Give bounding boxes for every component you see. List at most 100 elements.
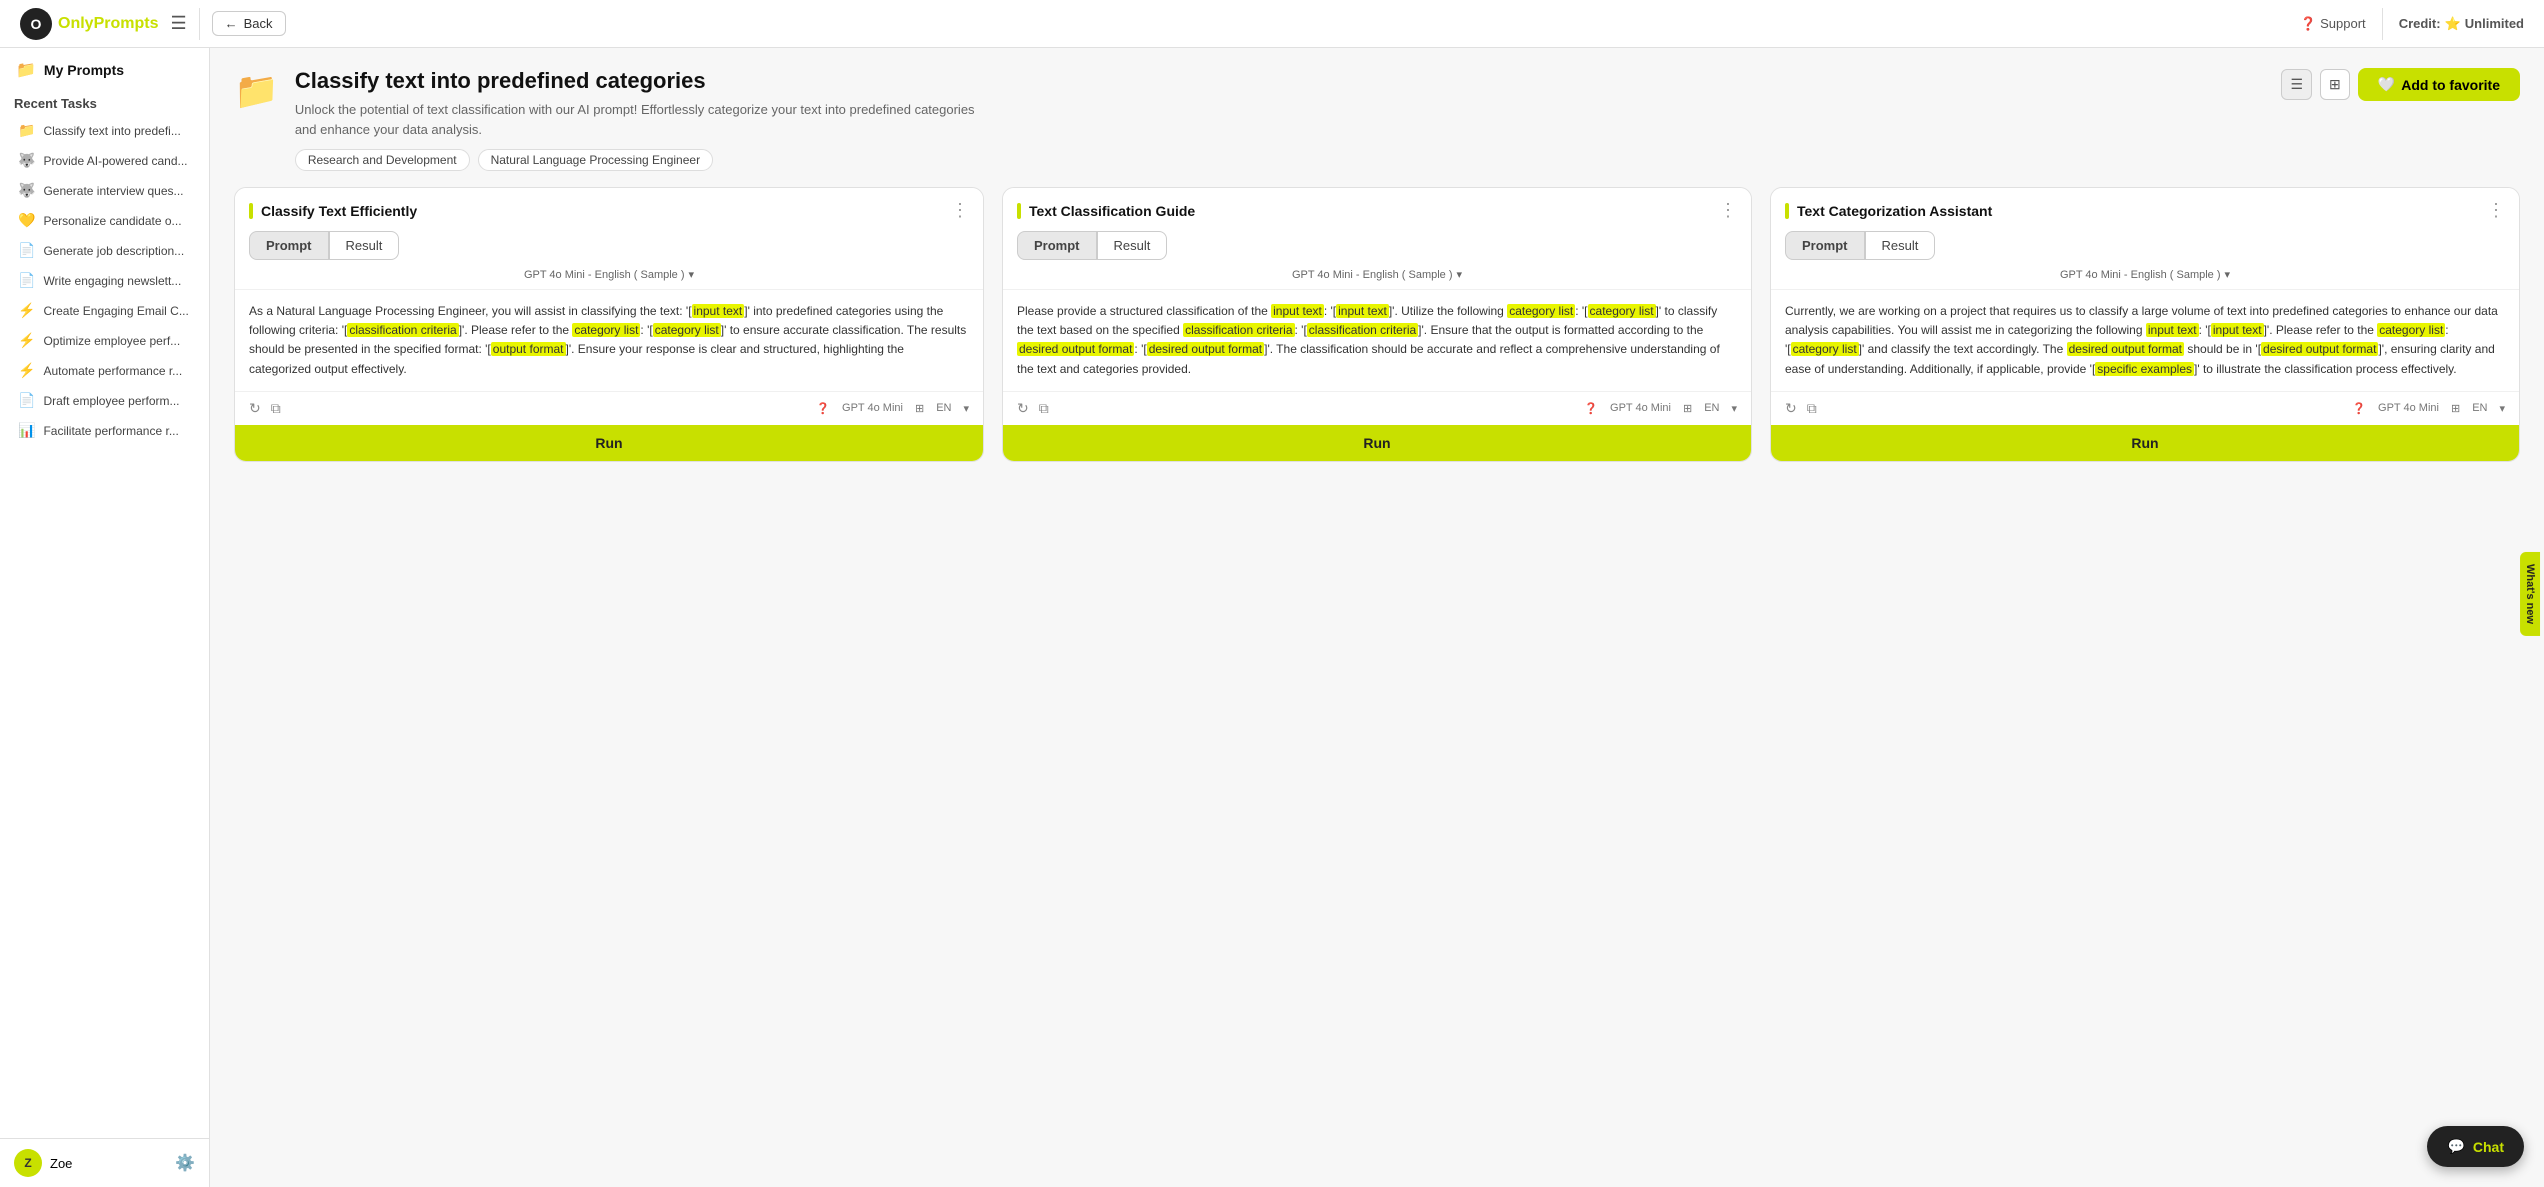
chevron-down-icon-footer: ▾ — [1731, 402, 1737, 415]
footer-actions: ↻ ⧉ — [249, 400, 281, 417]
star-icon: ⭐ — [2445, 16, 2461, 32]
settings-icon[interactable]: ⚙️ — [175, 1153, 195, 1173]
sidebar-item-icon: 📄 — [18, 242, 35, 259]
chat-icon: 💬 — [2447, 1138, 2464, 1155]
credit-label: Credit: — [2399, 16, 2441, 31]
sidebar-list-item[interactable]: 🐺Provide AI-powered cand... — [4, 146, 205, 175]
chat-bubble[interactable]: 💬 Chat — [2427, 1126, 2524, 1167]
copy-icon[interactable]: ⧉ — [1039, 400, 1049, 417]
logo-text: OnlyPrompts — [58, 15, 158, 33]
highlight: category list — [1588, 304, 1656, 318]
run-button[interactable]: Run — [1003, 425, 1751, 461]
whats-new-label: What's new — [2524, 563, 2536, 623]
sidebar-item-label: Optimize employee perf... — [43, 334, 180, 348]
card-header: Text Categorization Assistant ⋮ — [1771, 188, 2519, 221]
user-info: Z Zoe — [14, 1149, 72, 1177]
run-button[interactable]: Run — [235, 425, 983, 461]
card-title: Classify Text Efficiently — [261, 203, 417, 219]
card-menu-icon[interactable]: ⋮ — [2487, 200, 2505, 221]
recent-tasks-section: Recent Tasks — [0, 86, 209, 115]
card-body: Please provide a structured classificati… — [1003, 290, 1751, 391]
sidebar-list-item[interactable]: 📊Facilitate performance r... — [4, 416, 205, 445]
sidebar-list-item[interactable]: 🐺Generate interview ques... — [4, 176, 205, 205]
sidebar-list-item[interactable]: ⚡Create Engaging Email C... — [4, 296, 205, 325]
sidebar-list-item[interactable]: 📄 Generate job description... — [4, 236, 205, 265]
model-select[interactable]: GPT 4o Mini - English ( Sample ) ▾ — [235, 260, 983, 290]
footer-info: ❓ GPT 4o Mini ⊞ EN ▾ — [2352, 402, 2505, 415]
page-tag: Natural Language Processing Engineer — [478, 149, 713, 171]
card-footer: ↻ ⧉ ❓ GPT 4o Mini ⊞ EN ▾ — [1003, 391, 1751, 425]
nav-divider — [199, 8, 200, 40]
card-footer: ↻ ⧉ ❓ GPT 4o Mini ⊞ EN ▾ — [235, 391, 983, 425]
sidebar-item-icon: 📄 — [18, 272, 35, 289]
sidebar-list-item[interactable]: 📄Draft employee perform... — [4, 386, 205, 415]
main-content: 📁 Classify text into predefined categori… — [210, 48, 2544, 1187]
sidebar-list-item[interactable]: 📄 Write engaging newslett... — [4, 266, 205, 295]
prompt-card: Text Categorization Assistant ⋮ PromptRe… — [1770, 187, 2520, 462]
sidebar-item-icon: 📁 — [18, 122, 35, 139]
card-footer: ↻ ⧉ ❓ GPT 4o Mini ⊞ EN ▾ — [1771, 391, 2519, 425]
tab-prompt[interactable]: Prompt — [1785, 231, 1865, 260]
chevron-down-icon: ▾ — [2225, 268, 2231, 281]
refresh-icon[interactable]: ↻ — [249, 400, 261, 417]
user-name: Zoe — [50, 1156, 72, 1171]
card-title-row: Classify Text Efficiently — [249, 203, 417, 219]
footer-actions: ↻ ⧉ — [1785, 400, 1817, 417]
recent-tasks-label: Recent Tasks — [14, 96, 97, 111]
card-title-row: Text Categorization Assistant — [1785, 203, 1992, 219]
sidebar-list-item[interactable]: ⚡Automate performance r... — [4, 356, 205, 385]
model-select[interactable]: GPT 4o Mini - English ( Sample ) ▾ — [1003, 260, 1751, 290]
sidebar-list-item[interactable]: 📁Classify text into predefi... — [4, 116, 205, 145]
add-favorite-button[interactable]: 🤍 Add to favorite — [2358, 68, 2520, 101]
tab-result[interactable]: Result — [1097, 231, 1168, 260]
tab-result[interactable]: Result — [329, 231, 400, 260]
refresh-icon[interactable]: ↻ — [1785, 400, 1797, 417]
support-link[interactable]: ❓ Support — [2300, 16, 2366, 32]
header-actions: ☰ ⊞ 🤍 Add to favorite — [2281, 68, 2520, 101]
logo-icon: O — [20, 8, 52, 40]
nav-right: ❓ Support Credit: ⭐ Unlimited — [2300, 8, 2524, 40]
page-header: 📁 Classify text into predefined categori… — [234, 68, 2520, 171]
page-tags: Research and DevelopmentNatural Language… — [295, 149, 2266, 171]
sidebar-list-item[interactable]: ⚡Optimize employee perf... — [4, 326, 205, 355]
page-description: Unlock the potential of text classificat… — [295, 100, 975, 139]
sidebar-list-item[interactable]: 💛Personalize candidate o... — [4, 206, 205, 235]
sidebar-item-icon: 💛 — [18, 212, 35, 229]
model-select[interactable]: GPT 4o Mini - English ( Sample ) ▾ — [1771, 260, 2519, 290]
sidebar-item-label: Automate performance r... — [43, 364, 182, 378]
refresh-icon[interactable]: ↻ — [1017, 400, 1029, 417]
highlight: output format — [491, 342, 566, 356]
nav-divider-2 — [2382, 8, 2383, 40]
recent-tasks-list: 📁Classify text into predefi...🐺Provide A… — [0, 115, 209, 1138]
list-view-button[interactable]: ☰ — [2281, 69, 2312, 100]
card-body: As a Natural Language Processing Enginee… — [235, 290, 983, 391]
card-menu-icon[interactable]: ⋮ — [1719, 200, 1737, 221]
menu-icon[interactable]: ☰ — [170, 13, 186, 34]
tab-prompt[interactable]: Prompt — [249, 231, 329, 260]
card-header: Text Classification Guide ⋮ — [1003, 188, 1751, 221]
sidebar-item-label: Write engaging newslett... — [43, 274, 181, 288]
copy-icon[interactable]: ⧉ — [271, 400, 281, 417]
back-label: Back — [244, 16, 273, 31]
card-accent — [249, 203, 253, 219]
run-button[interactable]: Run — [1771, 425, 2519, 461]
sidebar-item-icon: 📄 — [18, 392, 35, 409]
whats-new-button[interactable]: What's new — [2520, 551, 2540, 635]
folder-icon: 📁 — [16, 60, 36, 80]
sidebar-item-label: Generate job description... — [43, 244, 184, 258]
heart-icon: 🤍 — [2378, 76, 2395, 93]
highlight: desired output format — [1017, 342, 1134, 356]
my-prompts-label: My Prompts — [44, 62, 124, 78]
footer-info: ❓ GPT 4o Mini ⊞ EN ▾ — [816, 402, 969, 415]
cards-grid: Classify Text Efficiently ⋮ PromptResult… — [234, 187, 2520, 462]
tab-result[interactable]: Result — [1865, 231, 1936, 260]
tab-prompt[interactable]: Prompt — [1017, 231, 1097, 260]
card-menu-icon[interactable]: ⋮ — [951, 200, 969, 221]
copy-icon[interactable]: ⧉ — [1807, 400, 1817, 417]
back-button[interactable]: ← Back — [212, 11, 286, 36]
header-content: Classify text into predefined categories… — [295, 68, 2266, 171]
prompt-card: Text Classification Guide ⋮ PromptResult… — [1002, 187, 1752, 462]
footer-model-label: GPT 4o Mini — [2378, 402, 2439, 414]
credit-value: Unlimited — [2465, 16, 2524, 31]
grid-view-button[interactable]: ⊞ — [2320, 69, 2350, 100]
